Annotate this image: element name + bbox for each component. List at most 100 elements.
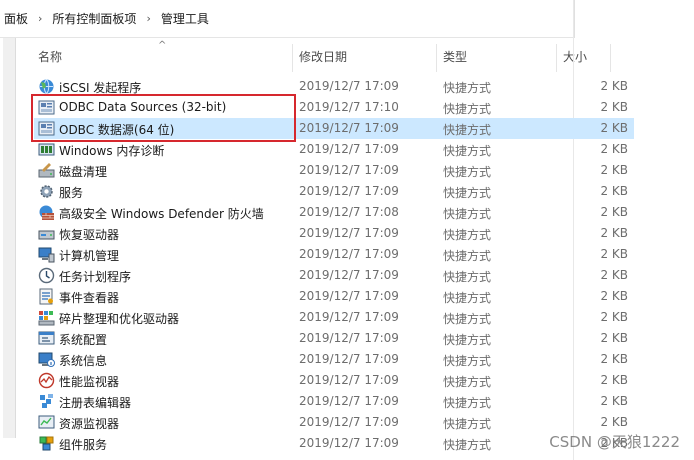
file-name: 高级安全 Windows Defender 防火墙 [59, 207, 264, 221]
file-row[interactable]: 高级安全 Windows Defender 防火墙 2019/12/7 17:08… [34, 202, 634, 223]
defrag-icon [38, 309, 55, 326]
file-date: 2019/12/7 17:09 [299, 268, 399, 282]
column-divider[interactable] [436, 44, 437, 72]
breadcrumb-item-control-panel[interactable]: 面板 [0, 10, 32, 27]
file-date: 2019/12/7 17:09 [299, 310, 399, 324]
task-scheduler-icon [38, 267, 55, 284]
file-date: 2019/12/7 17:08 [299, 205, 399, 219]
file-row[interactable]: 系统配置 2019/12/7 17:09 快捷方式 2 KB [34, 328, 634, 349]
file-size: 2 KB [600, 373, 628, 387]
file-size: 2 KB [600, 310, 628, 324]
event-viewer-icon [38, 288, 55, 305]
file-row[interactable]: 恢复驱动器 2019/12/7 17:09 快捷方式 2 KB [34, 223, 634, 244]
file-name: 性能监视器 [59, 375, 120, 389]
file-size: 2 KB [600, 205, 628, 219]
file-name: 碎片整理和优化驱动器 [59, 312, 180, 326]
file-type: 快捷方式 [443, 312, 492, 326]
watermark: CSDN @天狼1222 [549, 433, 680, 451]
file-date: 2019/12/7 17:09 [299, 415, 399, 429]
services-gear-icon [38, 183, 55, 200]
file-row[interactable]: 碎片整理和优化驱动器 2019/12/7 17:09 快捷方式 2 KB [34, 307, 634, 328]
file-type: 快捷方式 [443, 165, 492, 179]
file-row[interactable]: ODBC Data Sources (32-bit) 2019/12/7 17:1… [34, 97, 634, 118]
file-date: 2019/12/7 17:09 [299, 247, 399, 261]
file-size: 2 KB [600, 415, 628, 429]
file-row[interactable]: 服务 2019/12/7 17:09 快捷方式 2 KB [34, 181, 634, 202]
file-size: 2 KB [600, 268, 628, 282]
file-size: 2 KB [600, 331, 628, 345]
file-size: 2 KB [600, 289, 628, 303]
breadcrumb-item-admin-tools[interactable]: 管理工具 [157, 10, 213, 27]
file-type: 快捷方式 [443, 417, 492, 431]
file-row[interactable]: 注册表编辑器 2019/12/7 17:09 快捷方式 2 KB [34, 391, 634, 412]
file-name: 资源监视器 [59, 417, 120, 431]
column-divider[interactable] [556, 44, 557, 72]
file-name: Windows 内存诊断 [59, 144, 165, 158]
file-row[interactable]: iSCSI 发起程序 2019/12/7 17:09 快捷方式 2 KB [34, 76, 634, 97]
file-date: 2019/12/7 17:09 [299, 142, 399, 156]
file-date: 2019/12/7 17:09 [299, 121, 399, 135]
file-type: 快捷方式 [443, 396, 492, 410]
file-name: 事件查看器 [59, 291, 120, 305]
file-type: 快捷方式 [443, 375, 492, 389]
sort-ascending-icon: ^ [158, 40, 167, 51]
file-size: 2 KB [600, 121, 628, 135]
file-name: 系统信息 [59, 354, 108, 368]
file-date: 2019/12/7 17:09 [299, 331, 399, 345]
search-box[interactable] [574, 0, 694, 38]
column-divider[interactable] [610, 44, 611, 72]
file-row[interactable]: 组件服务 2019/12/7 17:09 快捷方式 2 KB [34, 433, 634, 454]
file-name: 注册表编辑器 [59, 396, 132, 410]
file-size: 2 KB [600, 184, 628, 198]
file-row[interactable]: 性能监视器 2019/12/7 17:09 快捷方式 2 KB [34, 370, 634, 391]
recovery-drive-icon [38, 225, 55, 242]
file-row[interactable]: 磁盘清理 2019/12/7 17:09 快捷方式 2 KB [34, 160, 634, 181]
column-divider[interactable] [292, 44, 293, 72]
component-services-icon [38, 435, 55, 452]
navigation-pane-scrollbar[interactable] [3, 38, 16, 438]
file-row[interactable]: 计算机管理 2019/12/7 17:09 快捷方式 2 KB [34, 244, 634, 265]
file-row[interactable]: ODBC 数据源(64 位) 2019/12/7 17:09 快捷方式 2 KB [34, 118, 634, 139]
address-bar[interactable]: 面板 › 所有控制面板项 › 管理工具 [0, 0, 694, 38]
file-row[interactable]: Windows 内存诊断 2019/12/7 17:09 快捷方式 2 KB [34, 139, 634, 160]
file-row[interactable]: 资源监视器 2019/12/7 17:09 快捷方式 2 KB [34, 412, 634, 433]
breadcrumb-separator-icon[interactable]: › [140, 12, 156, 25]
computer-management-icon [38, 246, 55, 263]
file-date: 2019/12/7 17:09 [299, 394, 399, 408]
file-name: ODBC Data Sources (32-bit) [59, 100, 227, 114]
file-date: 2019/12/7 17:09 [299, 184, 399, 198]
file-size: 2 KB [600, 352, 628, 366]
file-name: iSCSI 发起程序 [59, 81, 142, 95]
file-date: 2019/12/7 17:09 [299, 352, 399, 366]
column-header-name[interactable]: 名称 [38, 48, 62, 65]
file-size: 2 KB [600, 226, 628, 240]
file-row[interactable]: 系统信息 2019/12/7 17:09 快捷方式 2 KB [34, 349, 634, 370]
file-type: 快捷方式 [443, 102, 492, 116]
odbc-icon [38, 99, 55, 116]
breadcrumb-item-all-items[interactable]: 所有控制面板项 [48, 10, 140, 27]
file-row[interactable]: 事件查看器 2019/12/7 17:09 快捷方式 2 KB [34, 286, 634, 307]
system-info-icon [38, 351, 55, 368]
resource-monitor-icon [38, 414, 55, 431]
file-type: 快捷方式 [443, 81, 492, 95]
file-size: 2 KB [600, 247, 628, 261]
breadcrumb-separator-icon[interactable]: › [32, 12, 48, 25]
file-date: 2019/12/7 17:09 [299, 436, 399, 450]
column-header-size[interactable]: 大小 [563, 48, 587, 65]
column-header-date[interactable]: 修改日期 [299, 48, 347, 65]
file-size: 2 KB [600, 100, 628, 114]
file-type: 快捷方式 [443, 333, 492, 347]
file-name: 恢复驱动器 [59, 228, 120, 242]
file-type: 快捷方式 [443, 207, 492, 221]
file-date: 2019/12/7 17:09 [299, 373, 399, 387]
registry-editor-icon [38, 393, 55, 410]
iscsi-globe-icon [38, 78, 55, 95]
file-type: 快捷方式 [443, 228, 492, 242]
file-type: 快捷方式 [443, 186, 492, 200]
column-header-row: ^ 名称 修改日期 类型 大小 [16, 38, 694, 76]
file-type: 快捷方式 [443, 291, 492, 305]
column-header-type[interactable]: 类型 [443, 48, 467, 65]
file-date: 2019/12/7 17:09 [299, 289, 399, 303]
disk-cleanup-icon [38, 162, 55, 179]
file-row[interactable]: 任务计划程序 2019/12/7 17:09 快捷方式 2 KB [34, 265, 634, 286]
